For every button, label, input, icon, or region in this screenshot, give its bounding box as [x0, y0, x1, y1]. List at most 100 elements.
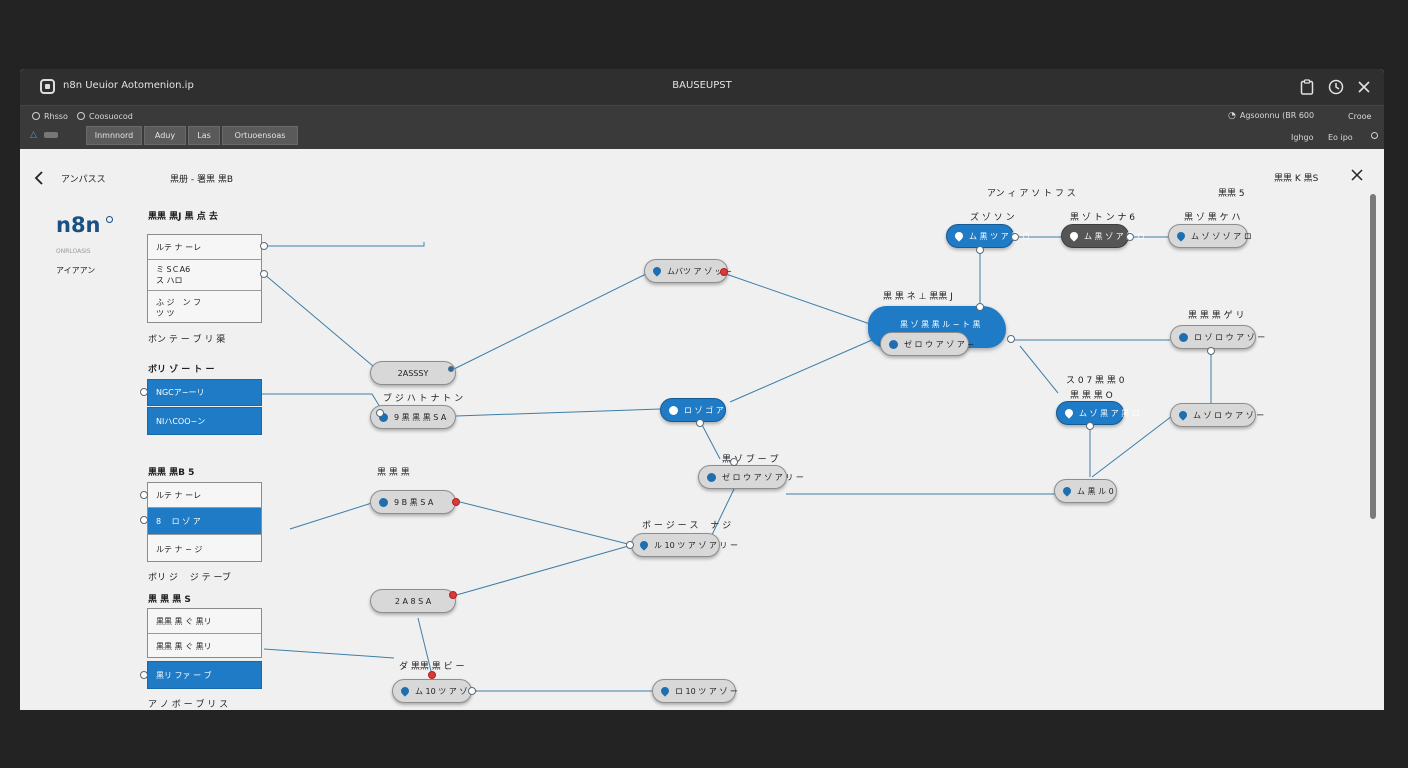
workflow-node[interactable]: ム ゾ ゾ ゾ ア ロ	[1168, 224, 1252, 248]
node-label: ム 黒 ル 0	[1077, 486, 1114, 496]
card3-port[interactable]	[140, 491, 148, 499]
node-title: 黒 黒 黒	[377, 468, 410, 478]
workflow-node[interactable]: ムバツ ア ゾ ッ −	[644, 259, 732, 283]
node-title: 黒 黒 黒 ゲ リ	[1188, 311, 1245, 321]
card3-row[interactable]: 8 ロ ゾ ア	[148, 508, 261, 535]
node-port[interactable]	[976, 303, 984, 311]
node-subtitle: 黒 黒 黒 O	[1070, 391, 1113, 401]
edge-hub-rblue	[1019, 345, 1059, 394]
card4-row[interactable]: 黒黒 黒 ぐ 黒リ	[148, 609, 261, 634]
toolbar-item-label: Rhsso	[44, 112, 68, 121]
node-port[interactable]	[448, 366, 454, 372]
workflow-node[interactable]: ル 10 ツ ア ゾ ア リ ー	[631, 533, 738, 557]
node-label: ム ゾ 黒 ア 黒 ロ	[1079, 408, 1140, 418]
node-port[interactable]	[1011, 233, 1019, 241]
node-label: ロ 10 ツ ア ゾ ー	[675, 686, 738, 696]
toolbar-item-settings[interactable]: Rhsso	[32, 112, 68, 121]
logo-caption: アイアアン	[56, 266, 96, 275]
tab-inmnnord[interactable]: Inmnnord	[86, 126, 142, 145]
logo-badge-icon	[106, 216, 113, 223]
card4-title: 黒 黒 黒 S	[148, 595, 191, 605]
card1-port[interactable]	[260, 270, 268, 278]
card2-title: ボリ ゾ ー ト ー	[148, 365, 215, 375]
node-label: ロ ゾ ロ ウ ア ゾ ー	[1194, 332, 1266, 342]
node-port[interactable]	[1126, 233, 1134, 241]
workflow-node[interactable]: 9 黒 黒 黒 S A	[370, 405, 456, 429]
title-bar: n8n Ueuior Aotomenion.ip BAUSEUPST	[20, 69, 1384, 105]
vertical-scrollbar[interactable]	[1370, 194, 1376, 519]
workflow-node[interactable]: ゼ ロ ウ ア ゾ ア リ ー	[698, 465, 804, 489]
node-port[interactable]	[376, 409, 384, 417]
card2-item[interactable]: NGCア−ーリ	[147, 379, 262, 406]
workflow-node[interactable]: ム 黒 ル 0	[1054, 479, 1117, 503]
close-window-icon[interactable]	[1354, 77, 1374, 97]
toolbar-right-link-3[interactable]: Eo ipo	[1328, 133, 1353, 142]
card2-item[interactable]: NIハCOO−ン	[147, 407, 262, 435]
workflow-node[interactable]: 9 B 黒 S A	[370, 490, 456, 514]
breadcrumb: 黒册 - 署黒 黒B	[170, 175, 234, 185]
workflow-node[interactable]: ム ゾ ロ ウ ア ゾ ー	[1170, 403, 1264, 427]
toolbar-right-link[interactable]: Crooe	[1348, 112, 1371, 121]
workflow-node[interactable]: 2 A 8 S A	[370, 589, 456, 613]
card3-port[interactable]	[140, 516, 148, 524]
node-port[interactable]	[626, 541, 634, 549]
card1-row[interactable]: ミ SＣA6 ス ハロ	[148, 260, 261, 291]
card1-row[interactable]: ルテ ナ ーレ	[148, 235, 261, 260]
node-label: ロ ゾ ゴ ア	[684, 405, 724, 415]
node-port[interactable]	[696, 419, 704, 427]
card3-row[interactable]: ルテ ナ ーレ	[148, 483, 261, 508]
workflow-node[interactable]: 2ASSSY	[370, 361, 456, 385]
node-title: ボ ー ジ ー ス ナ ジ	[642, 521, 732, 531]
card3: ルテ ナ ーレ 8 ロ ゾ ア ルテ ナ − ジ	[147, 482, 262, 562]
triangle-icon[interactable]: △	[30, 130, 37, 140]
card3-title: 黒黒 黒B 5	[148, 468, 195, 478]
workflow-node[interactable]: ム 10 ツ ア ゾ ー	[392, 679, 478, 703]
app-window: n8n Ueuior Aotomenion.ip BAUSEUPST Rhsso…	[20, 69, 1384, 710]
workflow-node[interactable]: ム 黒 ツ ア 黒 ロ	[946, 224, 1030, 248]
workflow-node[interactable]: ロ ゾ ロ ウ ア ゾ ー	[1170, 325, 1265, 349]
card4-item[interactable]: 黒リ ファ ー ブ	[147, 661, 262, 689]
card2-port[interactable]	[140, 388, 148, 396]
edge-left6-center2	[452, 544, 633, 597]
card4-row[interactable]: 黒黒 黒 ぐ 黒リ	[148, 634, 261, 659]
toolbar-right-link-2[interactable]: Ighgo	[1291, 133, 1313, 142]
tab-las[interactable]: Las	[188, 126, 220, 145]
tab-ortuoensoas[interactable]: Ortuoensoas	[222, 126, 298, 145]
workflow-canvas[interactable]: アンパスス 黒册 - 署黒 黒B 黒黒 K 黒S n8n ONRLOASIS ア…	[20, 149, 1384, 710]
card4-port[interactable]	[140, 671, 148, 679]
workflow-node[interactable]: ム 黒 ゾ ア 黒 ロ	[1061, 224, 1145, 248]
workflow-node[interactable]: ロ 10 ツ ア ゾ ー	[652, 679, 738, 703]
workflow-node[interactable]: ゼ ロ ウ ア ゾ ア −	[880, 332, 974, 356]
tab-aduy[interactable]: Aduy	[144, 126, 186, 145]
clipboard-icon[interactable]	[1297, 77, 1317, 97]
node-port[interactable]	[976, 246, 984, 254]
workflow-node[interactable]: ロ ゾ ゴ ア	[660, 398, 726, 422]
node-port-alert[interactable]	[449, 591, 457, 599]
card1-row[interactable]: ふ ジ ン フ ツ ツ	[148, 291, 261, 324]
node-port-alert[interactable]	[720, 268, 728, 276]
node-port[interactable]	[1207, 347, 1215, 355]
toolbar-item-account[interactable]: Coosuocod	[77, 112, 133, 121]
circle-icon[interactable]	[1371, 132, 1378, 139]
node-port[interactable]	[1007, 335, 1015, 343]
close-panel-icon[interactable]	[1350, 168, 1364, 185]
drop-icon	[638, 539, 650, 551]
card1-title: 黒黒 黒J 黒 点 去	[148, 212, 218, 222]
node-port-alert[interactable]	[452, 498, 460, 506]
edge-card4-bottom1	[263, 648, 395, 659]
node-title: 黒 ゾ 黒 ケ ハ	[1184, 213, 1241, 223]
card1-port[interactable]	[260, 242, 268, 250]
wifi-status[interactable]: ◔ Agsoonnu (BR 600	[1228, 111, 1314, 121]
clock-icon[interactable]	[1326, 77, 1346, 97]
card3-row[interactable]: ルテ ナ − ジ	[148, 535, 261, 563]
node-port[interactable]	[1086, 422, 1094, 430]
node-port[interactable]	[468, 687, 476, 695]
node-port[interactable]	[730, 458, 738, 466]
back-label[interactable]: アンパスス	[61, 172, 106, 185]
back-chevron-icon[interactable]	[34, 170, 44, 189]
wifi-icon: ◔	[1228, 111, 1236, 121]
node-circle-icon	[669, 405, 678, 415]
node-port-alert[interactable]	[428, 671, 436, 679]
node-label: ル 10 ツ ア ゾ ア リ ー	[654, 540, 738, 550]
node-title: ズ ゾ ソ ン	[970, 213, 1015, 223]
